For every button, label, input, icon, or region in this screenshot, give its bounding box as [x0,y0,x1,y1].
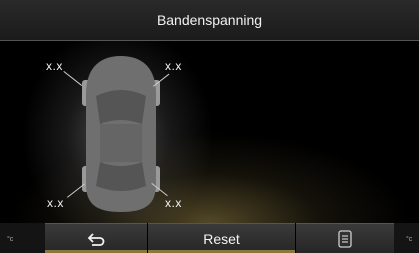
car-top-view-icon [82,56,160,212]
back-button[interactable] [45,223,147,253]
back-arrow-icon [87,232,105,246]
unit-label-right: °c [406,236,413,243]
tire-pressure-rear-left: x.x [47,196,64,210]
reset-label: Reset [203,230,240,247]
unit-label-left: °c [7,236,14,243]
page-title: Bandenspanning [156,12,263,28]
title-bar: Bandenspanning [0,0,419,40]
list-icon [338,229,352,248]
reset-button[interactable]: Reset [148,223,295,253]
tire-pressure-front-right: x.x [165,59,182,73]
tire-pressure-rear-right: x.x [165,196,182,210]
list-button[interactable] [296,223,394,253]
tire-pressure-front-left: x.x [46,59,63,73]
